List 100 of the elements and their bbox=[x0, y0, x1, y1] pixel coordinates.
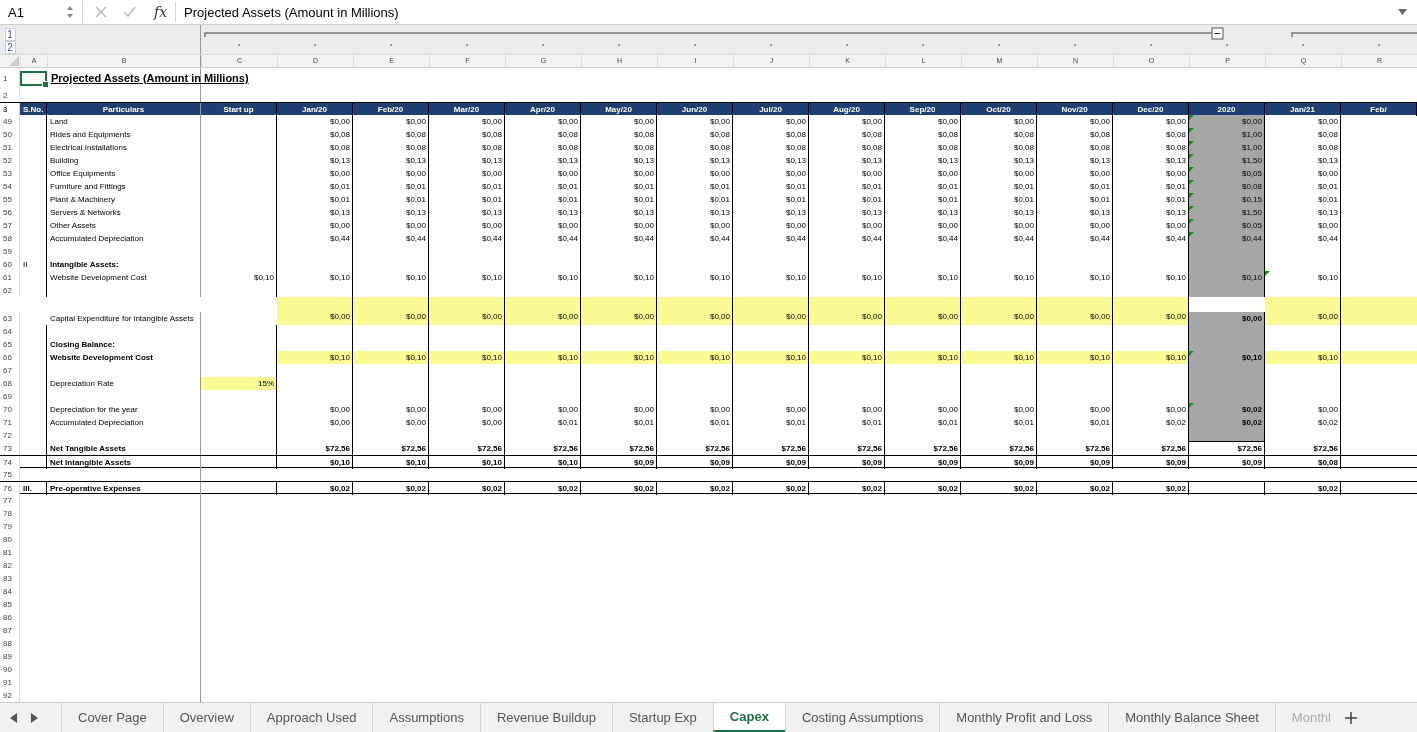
stepper-icon[interactable] bbox=[66, 5, 74, 19]
table-cell: $0,01 bbox=[505, 416, 581, 429]
sheet-tab[interactable]: Costing Assumptions bbox=[784, 703, 940, 732]
row-number[interactable]: 81 bbox=[0, 546, 20, 559]
row-number[interactable]: 69 bbox=[0, 390, 20, 403]
row-number[interactable]: 84 bbox=[0, 585, 20, 598]
row-number[interactable]: 2 bbox=[0, 89, 20, 102]
table-cell: $0,08 bbox=[353, 141, 429, 154]
table-cell: $0,00 bbox=[733, 403, 809, 416]
row-number[interactable]: 55 bbox=[0, 193, 20, 206]
row-number[interactable]: 67 bbox=[0, 364, 20, 377]
row-number[interactable]: 1 bbox=[0, 68, 20, 90]
sheet-tab[interactable]: Monthly Balance Sheet bbox=[1108, 703, 1275, 732]
table-cell: $0,00 bbox=[657, 403, 733, 416]
row-number[interactable]: 92 bbox=[0, 689, 20, 702]
row-number[interactable]: 57 bbox=[0, 219, 20, 232]
row-number[interactable]: 65 bbox=[0, 338, 20, 351]
table-cell: $72,56 bbox=[961, 442, 1037, 455]
collapse-button[interactable] bbox=[1211, 27, 1224, 40]
row-number[interactable]: 79 bbox=[0, 520, 20, 533]
sheet-tab[interactable]: Startup Exp bbox=[611, 703, 713, 732]
table-cell: $0,08 bbox=[809, 141, 885, 154]
sheet-tab[interactable]: Monthly Profit and Loss bbox=[939, 703, 1109, 732]
table-cell: $0,00 bbox=[1265, 167, 1341, 180]
table-cell: $72,56 bbox=[429, 442, 505, 455]
table-cell: $0,01 bbox=[505, 193, 581, 206]
table-cell: $0,08 bbox=[1265, 141, 1341, 154]
row-number[interactable]: 58 bbox=[0, 232, 20, 245]
table-cell-text: Plant & Machinery bbox=[49, 195, 115, 204]
sheet-tab[interactable]: Approach Used bbox=[249, 703, 373, 732]
name-box[interactable]: A1 bbox=[0, 4, 66, 20]
row-number[interactable]: 89 bbox=[0, 650, 20, 663]
table-cell: $0,10 bbox=[277, 456, 353, 469]
row-number[interactable]: 91 bbox=[0, 676, 20, 689]
row-number[interactable]: 62 bbox=[0, 284, 20, 297]
sheet-tab[interactable]: Assumptions bbox=[372, 703, 480, 732]
table-cell: $0,13 bbox=[733, 206, 809, 219]
table-cell: $0,44 bbox=[1189, 232, 1265, 245]
row-number[interactable]: 82 bbox=[0, 559, 20, 572]
add-sheet-icon[interactable] bbox=[1344, 711, 1357, 724]
table-cell: $0,01 bbox=[809, 180, 885, 193]
row-number[interactable]: 68 bbox=[0, 377, 20, 390]
row-number[interactable]: 90 bbox=[0, 663, 20, 676]
sheet-tab[interactable]: Capex bbox=[712, 703, 785, 732]
row-number[interactable]: 80 bbox=[0, 533, 20, 546]
row-number[interactable]: 75 bbox=[0, 468, 20, 481]
row-number[interactable]: 56 bbox=[0, 206, 20, 219]
row-number[interactable]: 50 bbox=[0, 128, 20, 141]
row-number[interactable]: 70 bbox=[0, 403, 20, 416]
row-number[interactable]: 71 bbox=[0, 416, 20, 429]
row-number[interactable]: 85 bbox=[0, 598, 20, 611]
row-number[interactable]: 52 bbox=[0, 154, 20, 167]
table-cell: $0,00 bbox=[657, 167, 733, 180]
table-cell: $0,00 bbox=[809, 167, 885, 180]
row-number[interactable]: 83 bbox=[0, 572, 20, 585]
sheet-tab[interactable]: Overview bbox=[162, 703, 250, 732]
table-cell-text: Capital Expenditure for intangible Assets bbox=[49, 313, 195, 325]
sheet-tab[interactable]: Cover Page bbox=[61, 703, 163, 732]
row-number[interactable]: 51 bbox=[0, 141, 20, 154]
row-number[interactable]: 63 bbox=[0, 312, 20, 325]
row-number[interactable]: 64 bbox=[0, 325, 20, 338]
column-header: Nov/20 bbox=[1037, 103, 1113, 116]
row-number[interactable]: 66 bbox=[0, 351, 20, 364]
table-cell: $0,08 bbox=[277, 141, 353, 154]
table-cell: $0,00 bbox=[429, 115, 505, 128]
row-number[interactable]: 86 bbox=[0, 611, 20, 624]
table-cell: $0,10 bbox=[353, 271, 429, 284]
row-number[interactable]: 77 bbox=[0, 494, 20, 507]
table-cell: $0,10 bbox=[505, 351, 581, 364]
row-number[interactable]: 53 bbox=[0, 167, 20, 180]
row-number[interactable]: 78 bbox=[0, 507, 20, 520]
row-number[interactable]: 60 bbox=[0, 258, 20, 271]
table-cell: $0,09 bbox=[657, 456, 733, 469]
row-number[interactable]: 88 bbox=[0, 637, 20, 650]
sheet-tab[interactable]: Revenue Buildup bbox=[479, 703, 612, 732]
cancel-icon[interactable] bbox=[95, 6, 107, 18]
next-sheet-icon[interactable] bbox=[31, 712, 38, 723]
error-indicator-icon[interactable] bbox=[1265, 271, 1270, 276]
row-number[interactable]: 49 bbox=[0, 115, 20, 128]
column-header: Sep/20 bbox=[885, 103, 961, 116]
table-cell: $72,56 bbox=[809, 442, 885, 455]
previous-sheet-icon[interactable] bbox=[10, 712, 17, 723]
row-number[interactable]: 54 bbox=[0, 180, 20, 193]
table-cell: $0,08 bbox=[885, 128, 961, 141]
row-number[interactable]: 73 bbox=[0, 442, 20, 455]
table-cell: $0,00 bbox=[885, 403, 961, 416]
outline-level-button[interactable]: 2 bbox=[4, 41, 16, 54]
table-cell: $0,01 bbox=[277, 193, 353, 206]
insert-function-button[interactable]: fx bbox=[154, 4, 168, 20]
formula-input[interactable]: Projected Assets (Amount in Millions) bbox=[176, 4, 1398, 20]
checkmark-icon[interactable] bbox=[123, 6, 136, 18]
table-cell: $72,56 bbox=[1037, 442, 1113, 455]
caret-icon[interactable] bbox=[1398, 9, 1407, 15]
table-cell: $0,00 bbox=[353, 297, 429, 325]
column-header: Jan/20 bbox=[277, 103, 353, 116]
row-number[interactable]: 61 bbox=[0, 271, 20, 284]
row-number[interactable]: 59 bbox=[0, 245, 20, 258]
row-number[interactable]: 72 bbox=[0, 429, 20, 442]
outline-level-button[interactable]: 1 bbox=[4, 28, 16, 41]
row-number[interactable]: 87 bbox=[0, 624, 20, 637]
